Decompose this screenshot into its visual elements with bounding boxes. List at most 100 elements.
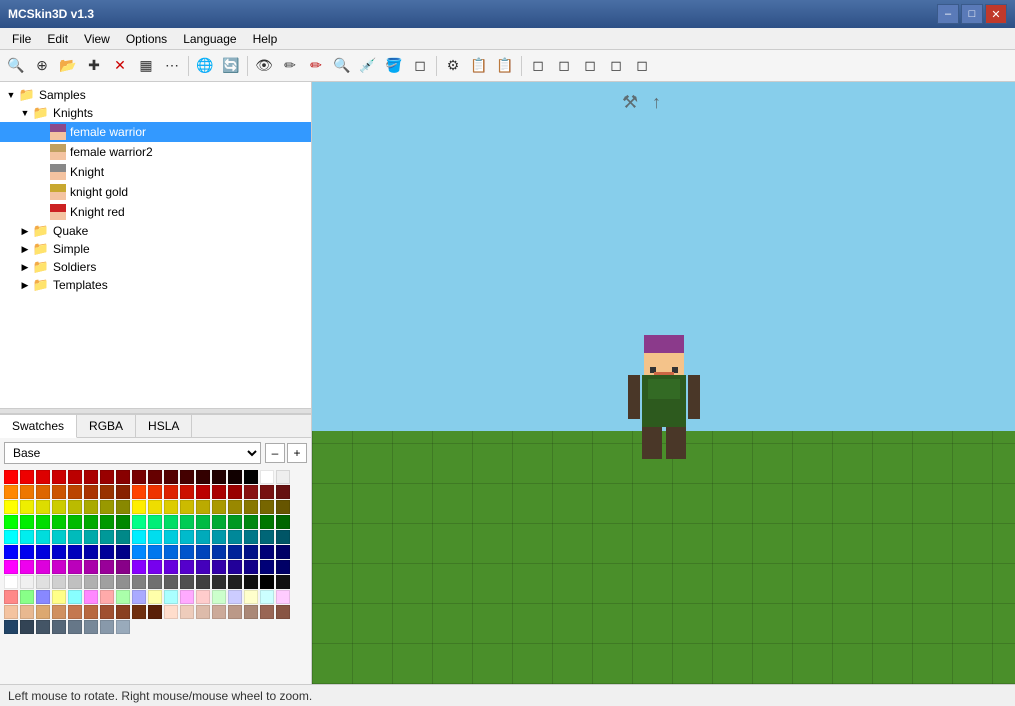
swatch-cell[interactable] bbox=[228, 560, 242, 574]
swatch-cell[interactable] bbox=[164, 500, 178, 514]
swatch-cell[interactable] bbox=[20, 605, 34, 619]
swatch-cell[interactable] bbox=[84, 620, 98, 634]
swatch-cell[interactable] bbox=[52, 500, 66, 514]
swatch-cell[interactable] bbox=[132, 560, 146, 574]
swatch-cell[interactable] bbox=[68, 545, 82, 559]
swatch-cell[interactable] bbox=[196, 560, 210, 574]
swatch-cell[interactable] bbox=[100, 515, 114, 529]
swatch-cell[interactable] bbox=[4, 605, 18, 619]
swatch-cell[interactable] bbox=[4, 545, 18, 559]
swatch-cell[interactable] bbox=[228, 605, 242, 619]
swatch-cell[interactable] bbox=[164, 530, 178, 544]
swatch-cell[interactable] bbox=[244, 470, 258, 484]
swatch-cell[interactable] bbox=[4, 500, 18, 514]
swatch-cell[interactable] bbox=[52, 590, 66, 604]
swatch-cell[interactable] bbox=[196, 485, 210, 499]
swatch-cell[interactable] bbox=[68, 620, 82, 634]
swatch-cell[interactable] bbox=[260, 560, 274, 574]
swatch-cell[interactable] bbox=[276, 530, 290, 544]
swatch-cell[interactable] bbox=[132, 485, 146, 499]
swatch-cell[interactable] bbox=[84, 515, 98, 529]
copy-btn[interactable]: 📋 bbox=[467, 54, 491, 78]
view2-btn[interactable]: ◻ bbox=[552, 54, 576, 78]
swatch-cell[interactable] bbox=[132, 605, 146, 619]
settings-btn[interactable]: ⚙ bbox=[441, 54, 465, 78]
swatch-cell[interactable] bbox=[84, 575, 98, 589]
swatch-cell[interactable] bbox=[164, 560, 178, 574]
maximize-button[interactable]: □ bbox=[961, 4, 983, 24]
swatch-cell[interactable] bbox=[4, 560, 18, 574]
swatch-cell[interactable] bbox=[100, 500, 114, 514]
swatch-cell[interactable] bbox=[68, 560, 82, 574]
swatch-cell[interactable] bbox=[68, 470, 82, 484]
swatch-cell[interactable] bbox=[20, 575, 34, 589]
swatch-cell[interactable] bbox=[20, 545, 34, 559]
swatch-cell[interactable] bbox=[148, 575, 162, 589]
swatch-cell[interactable] bbox=[212, 485, 226, 499]
swatch-cell[interactable] bbox=[148, 500, 162, 514]
refresh-btn[interactable]: 🔄 bbox=[219, 54, 243, 78]
view5-btn[interactable]: ◻ bbox=[630, 54, 654, 78]
swatch-cell[interactable] bbox=[164, 470, 178, 484]
tab-swatches[interactable]: Swatches bbox=[0, 415, 77, 438]
swatch-cell[interactable] bbox=[212, 545, 226, 559]
swatch-cell[interactable] bbox=[52, 545, 66, 559]
zoom-in-btn[interactable]: ⊕ bbox=[30, 54, 54, 78]
paste-btn[interactable]: 📋 bbox=[493, 54, 517, 78]
swatch-cell[interactable] bbox=[100, 470, 114, 484]
swatch-cell[interactable] bbox=[180, 470, 194, 484]
swatch-cell[interactable] bbox=[36, 560, 50, 574]
swatch-cell[interactable] bbox=[52, 605, 66, 619]
swatch-cell[interactable] bbox=[180, 590, 194, 604]
swatch-cell[interactable] bbox=[244, 590, 258, 604]
swatch-cell[interactable] bbox=[228, 470, 242, 484]
swatch-cell[interactable] bbox=[68, 575, 82, 589]
swatch-cell[interactable] bbox=[260, 545, 274, 559]
swatch-cell[interactable] bbox=[148, 485, 162, 499]
delete-btn[interactable]: ✕ bbox=[108, 54, 132, 78]
swatch-zoom-out[interactable]: – bbox=[265, 443, 285, 463]
swatch-cell[interactable] bbox=[276, 560, 290, 574]
swatch-cell[interactable] bbox=[276, 485, 290, 499]
swatch-grid-container[interactable] bbox=[0, 468, 311, 672]
swatch-cell[interactable] bbox=[244, 530, 258, 544]
swatch-cell[interactable] bbox=[4, 530, 18, 544]
swatch-cell[interactable] bbox=[260, 530, 274, 544]
tree-female-warrior[interactable]: female warrior bbox=[0, 122, 311, 142]
swatch-cell[interactable] bbox=[100, 485, 114, 499]
swatch-cell[interactable] bbox=[20, 590, 34, 604]
swatch-cell[interactable] bbox=[84, 500, 98, 514]
swatch-cell[interactable] bbox=[148, 545, 162, 559]
swatch-cell[interactable] bbox=[36, 530, 50, 544]
swatch-cell[interactable] bbox=[260, 500, 274, 514]
tree-knight-red[interactable]: Knight red bbox=[0, 202, 311, 222]
swatch-cell[interactable] bbox=[116, 545, 130, 559]
swatch-cell[interactable] bbox=[276, 470, 290, 484]
swatch-cell[interactable] bbox=[36, 545, 50, 559]
grid-btn[interactable]: ▦ bbox=[134, 54, 158, 78]
swatch-cell[interactable] bbox=[260, 515, 274, 529]
swatch-cell[interactable] bbox=[4, 575, 18, 589]
swatch-cell[interactable] bbox=[180, 485, 194, 499]
menu-file[interactable]: File bbox=[4, 30, 39, 48]
swatch-cell[interactable] bbox=[100, 590, 114, 604]
swatch-cell[interactable] bbox=[132, 500, 146, 514]
swatch-cell[interactable] bbox=[148, 515, 162, 529]
swatch-cell[interactable] bbox=[180, 515, 194, 529]
tree-knight[interactable]: Knight bbox=[0, 162, 311, 182]
swatch-cell[interactable] bbox=[276, 515, 290, 529]
viewport[interactable]: ⚒ ↑ bbox=[312, 82, 1015, 684]
erase-btn[interactable]: ◻ bbox=[408, 54, 432, 78]
swatch-cell[interactable] bbox=[20, 500, 34, 514]
swatch-cell[interactable] bbox=[84, 530, 98, 544]
swatch-cell[interactable] bbox=[180, 545, 194, 559]
new-btn[interactable]: ✚ bbox=[82, 54, 106, 78]
swatch-cell[interactable] bbox=[180, 605, 194, 619]
swatch-cell[interactable] bbox=[4, 620, 18, 634]
swatch-cell[interactable] bbox=[68, 590, 82, 604]
swatch-cell[interactable] bbox=[228, 590, 242, 604]
tree-quake[interactable]: ▶ 📁 Quake bbox=[0, 222, 311, 240]
swatch-cell[interactable] bbox=[116, 470, 130, 484]
swatch-cell[interactable] bbox=[20, 620, 34, 634]
view3-btn[interactable]: ◻ bbox=[578, 54, 602, 78]
